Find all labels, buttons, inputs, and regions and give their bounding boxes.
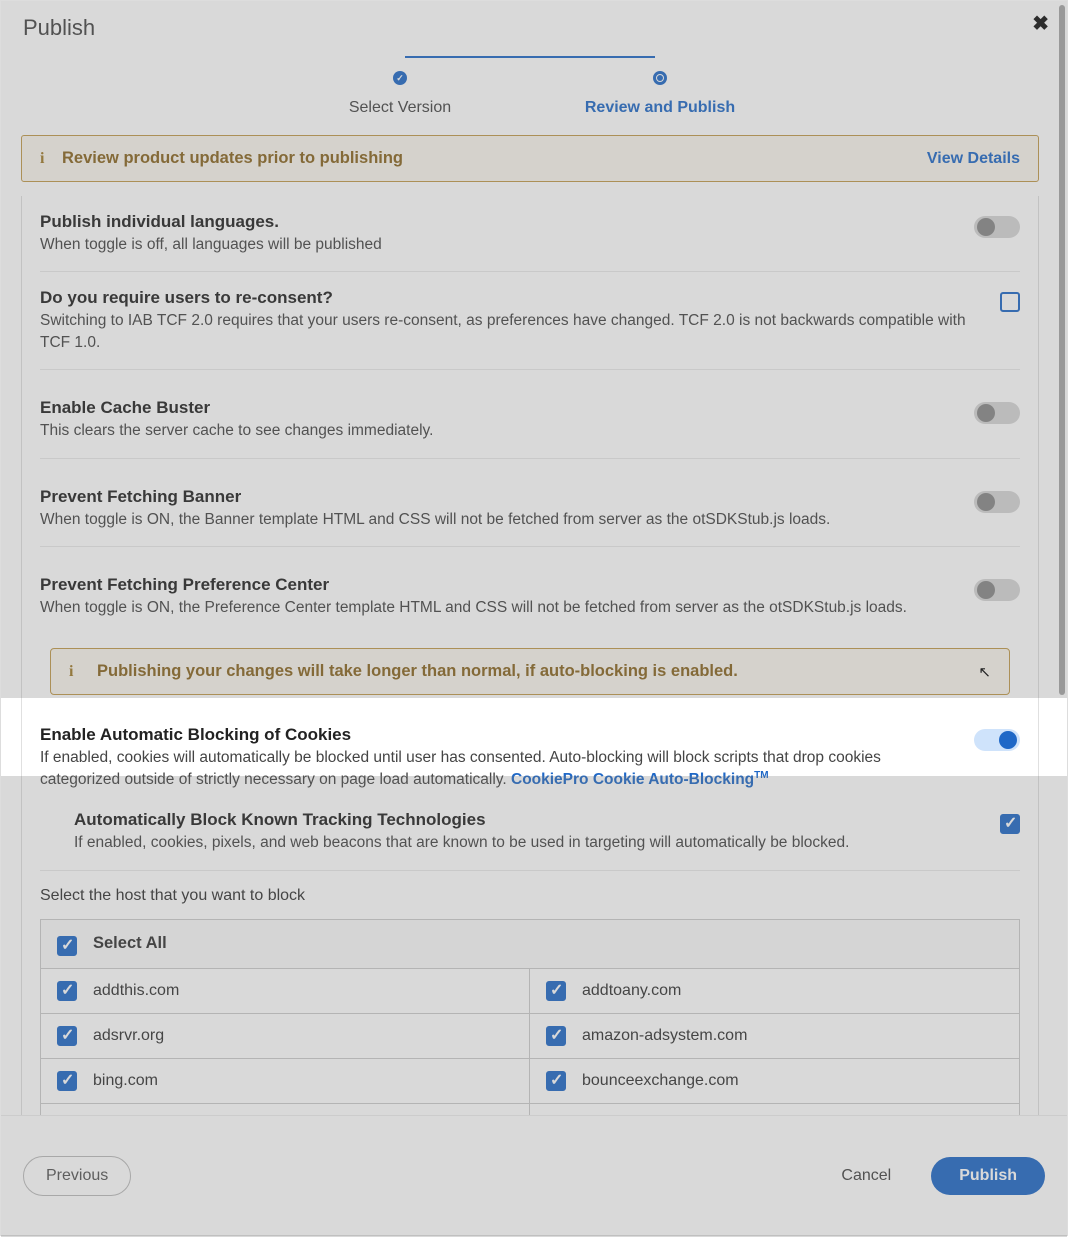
toggle-prevent-banner[interactable] (974, 491, 1020, 513)
row-title: Prevent Fetching Banner (40, 487, 944, 507)
host-name: addthis.com (93, 982, 179, 1000)
row-sub: When toggle is off, all languages will b… (40, 234, 944, 255)
row-sub: If enabled, cookies, pixels, and web bea… (74, 832, 1000, 853)
row-block-known-tracking: Automatically Block Known Tracking Techn… (40, 800, 1020, 870)
row-sub: When toggle is ON, the Preference Center… (40, 597, 944, 618)
alert-autoblock-warning: i Publishing your changes will take long… (50, 648, 1010, 695)
step-label: Select Version (349, 99, 451, 117)
cookiepro-link[interactable]: CookiePro Cookie Auto-BlockingTM (511, 771, 769, 788)
host-item: addtoany.com (530, 969, 1019, 1014)
row-publish-languages: Publish individual languages. When toggl… (40, 196, 1020, 272)
row-sub: This clears the server cache to see chan… (40, 420, 944, 441)
previous-button[interactable]: Previous (23, 1156, 131, 1196)
host-item: criteo.com (530, 1104, 1019, 1115)
dialog-footer: Previous Cancel Publish (1, 1115, 1067, 1235)
host-item: bouncex.net (41, 1104, 530, 1115)
toggle-prevent-pref-center[interactable] (974, 579, 1020, 601)
row-title: Enable Cache Buster (40, 398, 944, 418)
alert-text: Publishing your changes will take longer… (97, 662, 991, 681)
row-reconsent: Do you require users to re-consent? Swit… (40, 272, 1020, 370)
checkbox-host[interactable] (546, 981, 566, 1001)
row-auto-blocking: Enable Automatic Blocking of Cookies If … (40, 709, 1020, 800)
alert-text: Review product updates prior to publishi… (62, 149, 927, 168)
step-dot-current-icon (653, 71, 667, 85)
dialog-body: Select Version Review and Publish i Revi… (1, 49, 1059, 1115)
close-icon[interactable]: ✖ (1032, 11, 1049, 36)
step-connector (405, 56, 655, 58)
publish-button[interactable]: Publish (931, 1157, 1045, 1195)
checkbox-reconsent[interactable] (1000, 292, 1020, 312)
toggle-cache-buster[interactable] (974, 402, 1020, 424)
row-prevent-pref-center: Prevent Fetching Preference Center When … (40, 547, 1020, 634)
host-item: addthis.com (41, 969, 530, 1014)
checkbox-select-all[interactable] (57, 936, 77, 956)
row-sub: When toggle is ON, the Banner template H… (40, 509, 944, 530)
alert-review-updates: i Review product updates prior to publis… (21, 135, 1039, 182)
publish-dialog: Publish ✖ Select Version Review and Publ… (0, 0, 1068, 1236)
host-name: addtoany.com (582, 982, 681, 1000)
checkbox-host[interactable] (57, 1071, 77, 1091)
row-sub: If enabled, cookies will automatically b… (40, 747, 944, 790)
row-prevent-banner: Prevent Fetching Banner When toggle is O… (40, 459, 1020, 547)
checkbox-host[interactable] (546, 1026, 566, 1046)
host-select-label: Select the host that you want to block (40, 871, 1020, 919)
step-label: Review and Publish (585, 99, 735, 117)
row-title: Do you require users to re-consent? (40, 288, 970, 308)
host-name: amazon-adsystem.com (582, 1027, 747, 1045)
stepper: Select Version Review and Publish (1, 49, 1059, 135)
host-select-all-row: Select All (41, 920, 1019, 969)
view-details-link[interactable]: View Details (927, 150, 1020, 168)
row-cache-buster: Enable Cache Buster This clears the serv… (40, 370, 1020, 458)
host-item: adsrvr.org (41, 1014, 530, 1059)
toggle-publish-languages[interactable] (974, 216, 1020, 238)
info-icon: i (40, 150, 62, 168)
step-dot-done-icon (393, 71, 407, 85)
row-title: Publish individual languages. (40, 212, 944, 232)
toggle-auto-blocking[interactable] (974, 729, 1020, 751)
host-name: bing.com (93, 1072, 158, 1090)
checkbox-host[interactable] (546, 1071, 566, 1091)
cancel-button[interactable]: Cancel (819, 1157, 913, 1195)
checkbox-host[interactable] (57, 1026, 77, 1046)
row-sub: Switching to IAB TCF 2.0 requires that y… (40, 310, 970, 353)
checkbox-block-known[interactable] (1000, 814, 1020, 834)
checkbox-host[interactable] (57, 981, 77, 1001)
scrollbar[interactable] (1059, 5, 1065, 695)
host-name: adsrvr.org (93, 1027, 164, 1045)
dialog-header: Publish ✖ (1, 1, 1067, 53)
select-all-label: Select All (93, 934, 167, 953)
info-icon: i (69, 663, 97, 681)
step-review-publish[interactable]: Review and Publish (530, 71, 790, 117)
host-item: bing.com (41, 1059, 530, 1104)
host-grid: Select All addthis.com addtoany.com adsr… (40, 919, 1020, 1115)
host-item: bounceexchange.com (530, 1059, 1019, 1104)
row-title: Automatically Block Known Tracking Techn… (74, 810, 1000, 830)
host-item: amazon-adsystem.com (530, 1014, 1019, 1059)
row-title: Enable Automatic Blocking of Cookies (40, 725, 944, 745)
dialog-title: Publish (23, 15, 95, 40)
host-name: bounceexchange.com (582, 1072, 739, 1090)
cursor-icon: ↖ (978, 663, 991, 681)
row-title: Prevent Fetching Preference Center (40, 575, 944, 595)
step-select-version[interactable]: Select Version (270, 71, 530, 117)
